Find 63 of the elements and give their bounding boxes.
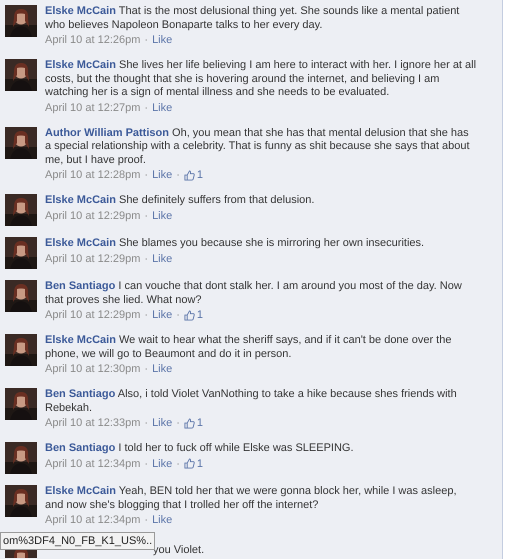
timestamp[interactable]: April 10 at 12:29pm xyxy=(45,208,140,224)
separator-dot: · xyxy=(144,416,148,431)
author-link[interactable]: Author William Pattison xyxy=(45,126,169,138)
author-link[interactable]: Ben Santiago xyxy=(45,442,116,454)
status-url-tooltip: om%3DF4_N0_FB_K1_US%.. xyxy=(0,532,156,550)
timestamp[interactable]: April 10 at 12:29pm xyxy=(45,307,140,323)
like-count[interactable]: 1 xyxy=(196,307,204,323)
comment-text: Ben Santiago Also, i told Violet VanNothing to take a hike because shes friends with Rebekah. xyxy=(45,388,458,415)
comment-text: Elske McCain Yeah, BEN told her that we were gonna block her, while I was asleep, and now she's blogging that I trolled her off the internet? xyxy=(45,485,458,512)
separator-dot: · xyxy=(176,308,180,323)
like-count[interactable]: 1 xyxy=(196,415,204,431)
separator-dot: · xyxy=(144,513,148,528)
author-link[interactable]: Elske McCain xyxy=(45,194,116,206)
author-link[interactable]: Ben Santiago xyxy=(45,280,116,292)
separator-dot: · xyxy=(144,100,148,116)
timestamp[interactable]: April 10 at 12:27pm xyxy=(45,100,140,116)
separator-dot: · xyxy=(144,362,148,377)
comment-text: Elske McCain She lives her life believing I am here to interact with her. I ignore her at all costs, but the thought that she is hovering around the internet, and believing I am watching her is a sign of mental illness and she needs to be evaluated. xyxy=(45,59,477,100)
timestamp[interactable]: April 10 at 12:34pm xyxy=(45,456,140,472)
separator-dot: · xyxy=(144,208,148,224)
comment-text: Elske McCain She definitely suffers from that delusion. xyxy=(45,194,316,208)
separator-dot: · xyxy=(176,456,180,472)
timestamp[interactable]: April 10 at 12:26pm xyxy=(45,32,140,48)
separator-dot: · xyxy=(144,456,148,472)
author-link[interactable]: Elske McCain xyxy=(45,59,116,71)
comment-text: Ben Santiago I told her to fuck off while Elske was SLEEPING. xyxy=(45,442,355,456)
timestamp[interactable]: April 10 at 12:30pm xyxy=(45,361,140,377)
separator-dot: · xyxy=(144,308,148,323)
like-link[interactable]: Like xyxy=(152,208,172,224)
like-link[interactable]: Like xyxy=(152,512,172,528)
like-link[interactable]: Like xyxy=(152,32,172,48)
like-count[interactable]: 1 xyxy=(196,167,204,183)
thumbs-up-icon xyxy=(184,170,195,180)
author-link[interactable]: Elske McCain xyxy=(45,334,116,346)
comment-text: Ben Santiago I can vouche that dont stalk her. I am around you most of the day. Now that proves she lied. What now? xyxy=(45,280,463,307)
comment-text: Elske McCain She blames you because she is mirroring her own insecurities. xyxy=(45,237,426,250)
like-link[interactable]: Like xyxy=(152,456,172,472)
separator-dot: · xyxy=(144,168,148,183)
separator-dot: · xyxy=(176,416,180,431)
separator-dot: · xyxy=(176,168,180,183)
comment-text: Author William Pattison Oh, you mean that she has that mental delusion that she has a special relationship with a celebrity. That is funny as shit because she says that about me, but I have proof. xyxy=(45,126,471,167)
comment-text: Elske McCain We wait to hear what the sheriff says, and if it can't be done over the phone, we will go to Beaumont and do it in person. xyxy=(45,334,452,361)
thumbs-up-icon xyxy=(184,418,195,428)
author-link[interactable]: Elske McCain xyxy=(45,5,116,17)
separator-dot: · xyxy=(144,252,148,266)
thumbs-up-icon xyxy=(184,310,195,320)
like-link[interactable]: Like xyxy=(152,100,172,116)
timestamp[interactable]: April 10 at 12:33pm xyxy=(45,415,140,431)
like-count[interactable]: 1 xyxy=(196,456,204,472)
author-link[interactable]: Ben Santiago xyxy=(45,388,116,400)
like-link[interactable]: Like xyxy=(152,250,172,266)
author-link[interactable]: Elske McCain xyxy=(45,237,116,249)
like-link[interactable]: Like xyxy=(152,415,172,431)
author-link[interactable]: Elske McCain xyxy=(45,485,116,497)
thumbs-up-icon xyxy=(184,458,195,469)
like-link[interactable]: Like xyxy=(152,361,172,377)
timestamp[interactable]: April 10 at 12:29pm xyxy=(45,250,140,266)
timestamp[interactable]: April 10 at 12:28pm xyxy=(45,167,140,183)
separator-dot: · xyxy=(144,33,148,48)
like-link[interactable]: Like xyxy=(152,167,172,183)
comment-text: Elske McCain That is the most delusional thing yet. She sounds like a mental patient who believes Napoleon Bonaparte talks to her every day. xyxy=(45,5,460,32)
like-link[interactable]: Like xyxy=(152,307,172,323)
timestamp[interactable]: April 10 at 12:34pm xyxy=(45,512,140,528)
